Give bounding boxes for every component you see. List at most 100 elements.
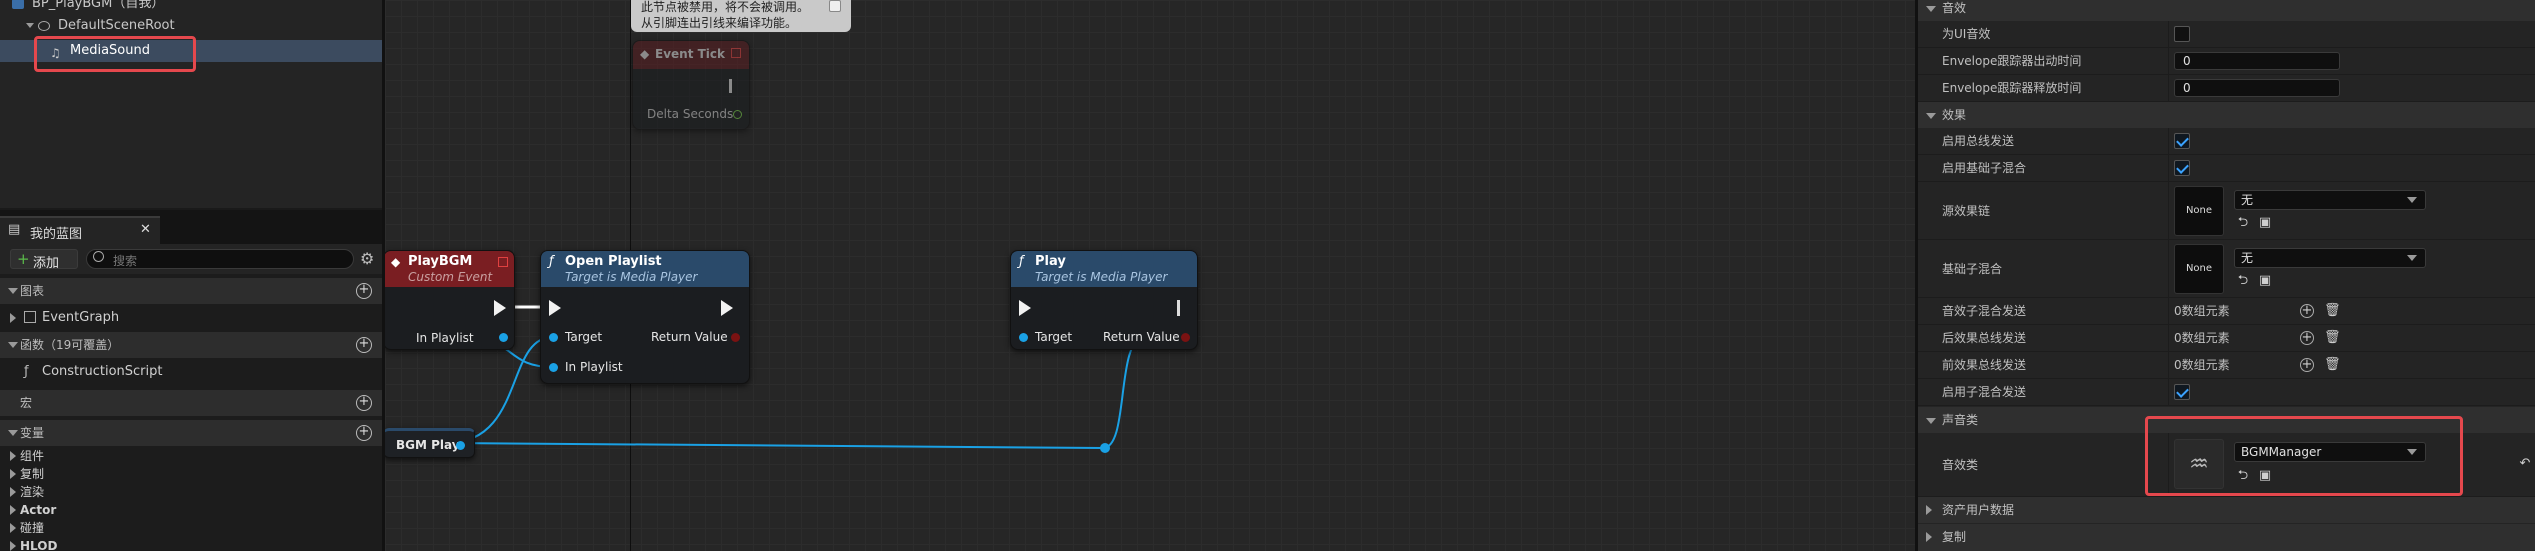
ui-sound-checkbox[interactable] — [2174, 26, 2190, 42]
item-label: ConstructionScript — [42, 364, 163, 379]
section-functions[interactable]: 函数（19可覆盖） + — [0, 332, 382, 358]
variable-category-components[interactable]: 组件 — [0, 447, 382, 465]
enable-submix-sends-checkbox[interactable] — [2174, 384, 2190, 400]
add-macro-icon[interactable]: + — [356, 395, 372, 411]
list-item-eventgraph[interactable]: EventGraph — [0, 307, 382, 329]
outliner-scene-root-item[interactable]: DefaultSceneRoot — [0, 16, 382, 36]
variable-category-rendering[interactable]: 渲染 — [0, 483, 382, 501]
variable-out-pin[interactable] — [456, 441, 465, 450]
blueprint-icon — [12, 0, 24, 9]
exec-in-pin[interactable] — [549, 300, 561, 316]
variable-category-actor[interactable]: Actor — [0, 501, 382, 519]
row-submix-sends: 音效子混合发送 0数组元素 + 🗑 — [1918, 298, 2535, 325]
event-graph-canvas[interactable]: 此节点被禁用，将不会被调用。 从引脚连出引线来编译功能。 ◆ Event Tic… — [385, 0, 1915, 551]
section-asset-user-data[interactable]: 资产用户数据 — [1918, 497, 2535, 523]
chevron-right-icon — [10, 523, 16, 533]
row-label: 前效果总线发送 — [1942, 358, 2027, 372]
outliner-root-item[interactable]: BP_PlayBGM（自我） — [0, 0, 382, 14]
row-env-release: Envelope跟踪器释放时间 0 — [1918, 75, 2535, 102]
column-divider — [2168, 298, 2169, 324]
row-label: 为UI音效 — [1942, 27, 1991, 41]
trash-icon[interactable]: 🗑 — [2324, 331, 2341, 345]
base-submix-thumbnail[interactable]: None — [2174, 244, 2224, 294]
outliner-root-label: BP_PlayBGM（自我） — [32, 0, 165, 11]
column-divider — [2168, 182, 2169, 239]
section-graphs[interactable]: 图表 + — [0, 278, 382, 304]
enable-bus-sends-checkbox[interactable] — [2174, 133, 2190, 149]
plus-icon: + — [17, 250, 30, 268]
play-node[interactable]: ƒ Play Target is Media Player Target Ret… — [1010, 250, 1198, 350]
row-ui-sound: 为UI音效 — [1918, 21, 2535, 48]
category-label: 碰撞 — [20, 521, 45, 535]
search-input[interactable]: 搜索 — [86, 249, 354, 269]
chevron-down-icon — [1926, 418, 1936, 424]
pin-return-label: Return Value — [1103, 330, 1180, 344]
chevron-down-icon[interactable] — [26, 23, 34, 28]
column-divider — [2168, 48, 2169, 74]
variable-category-collision[interactable]: 碰撞 — [0, 519, 382, 537]
row-post-effect-bus-sends: 后效果总线发送 0数组元素 + 🗑 — [1918, 325, 2535, 352]
add-element-icon[interactable]: + — [2300, 304, 2314, 318]
browse-icon[interactable]: ▣ — [2258, 274, 2272, 288]
pin-target[interactable] — [549, 333, 558, 342]
add-button-label: 添加 — [33, 256, 60, 271]
variable-category-hlod[interactable]: HLOD — [0, 537, 382, 551]
section-replication[interactable]: 复制 — [1918, 524, 2535, 551]
gear-icon[interactable]: ⚙ — [360, 249, 374, 268]
chevron-right-icon — [10, 313, 16, 323]
row-enable-base-submix: 启用基础子混合 — [1918, 155, 2535, 182]
env-attack-input[interactable]: 0 — [2174, 52, 2340, 70]
add-graph-icon[interactable]: + — [356, 283, 372, 299]
section-macros[interactable]: 宏 + — [0, 390, 382, 416]
browse-icon[interactable]: ▣ — [2258, 216, 2272, 230]
reroute-knot[interactable] — [1100, 443, 1110, 453]
pin-return-value[interactable] — [731, 333, 740, 342]
section-sound[interactable]: 音效 — [1918, 0, 2535, 21]
bgm-play-variable-node[interactable]: BGM Play — [385, 428, 475, 458]
exec-out-pin[interactable] — [494, 300, 506, 316]
column-divider — [2168, 240, 2169, 297]
variable-category-replication[interactable]: 复制 — [0, 465, 382, 483]
section-variables[interactable]: 变量 + — [0, 420, 382, 446]
tab-my-blueprint[interactable]: ▤ 我的蓝图 ✕ — [0, 216, 160, 244]
section-effects[interactable]: 效果 — [1918, 102, 2535, 128]
search-icon — [93, 251, 104, 262]
delegate-pin-icon[interactable] — [498, 257, 508, 267]
pin-target[interactable] — [1019, 333, 1028, 342]
exec-out-pin[interactable] — [1177, 300, 1180, 316]
pin-in-playlist[interactable] — [549, 363, 558, 372]
add-variable-icon[interactable]: + — [356, 425, 372, 441]
exec-in-pin[interactable] — [1019, 300, 1031, 316]
trash-icon[interactable]: 🗑 — [2324, 358, 2341, 372]
add-function-icon[interactable]: + — [356, 337, 372, 353]
use-selected-icon[interactable]: ⮌ — [2236, 216, 2250, 230]
add-element-icon[interactable]: + — [2300, 331, 2314, 345]
add-button[interactable]: + 添加 — [10, 249, 78, 271]
close-icon[interactable]: ✕ — [140, 222, 151, 237]
reset-to-default-icon[interactable]: ↶ — [2518, 457, 2532, 471]
item-label: EventGraph — [42, 310, 120, 325]
open-playlist-node[interactable]: ƒ Open Playlist Target is Media Player T… — [540, 250, 750, 384]
pin-return-value[interactable] — [1181, 333, 1190, 342]
row-label: 启用子混合发送 — [1942, 385, 2027, 399]
row-label: 启用基础子混合 — [1942, 161, 2027, 175]
row-pre-effect-bus-sends: 前效果总线发送 0数组元素 + 🗑 — [1918, 352, 2535, 379]
pin-in-playlist[interactable] — [499, 333, 508, 342]
playbgm-event-node[interactable]: ◆ PlayBGM Custom Event In Playlist — [385, 250, 515, 350]
enable-base-submix-checkbox[interactable] — [2174, 160, 2190, 176]
outliner-scene-root-label: DefaultSceneRoot — [58, 18, 175, 33]
add-element-icon[interactable]: + — [2300, 358, 2314, 372]
exec-out-pin[interactable] — [721, 300, 733, 316]
details-panel: 音效 为UI音效 Envelope跟踪器出动时间 0 Envelope跟踪器释放… — [1918, 0, 2535, 551]
node-title: Play — [1035, 254, 1066, 269]
list-item-constructionscript[interactable]: ƒ ConstructionScript — [0, 361, 382, 383]
env-release-input[interactable]: 0 — [2174, 79, 2340, 97]
source-effect-dropdown[interactable]: 无 — [2234, 190, 2426, 210]
source-effect-thumbnail[interactable]: None — [2174, 186, 2224, 236]
chevron-right-icon — [10, 451, 16, 461]
trash-icon[interactable]: 🗑 — [2324, 304, 2341, 318]
section-label: 资产用户数据 — [1942, 503, 2015, 517]
dropdown-value: 无 — [2241, 193, 2254, 207]
use-selected-icon[interactable]: ⮌ — [2236, 274, 2250, 288]
base-submix-dropdown[interactable]: 无 — [2234, 248, 2426, 268]
